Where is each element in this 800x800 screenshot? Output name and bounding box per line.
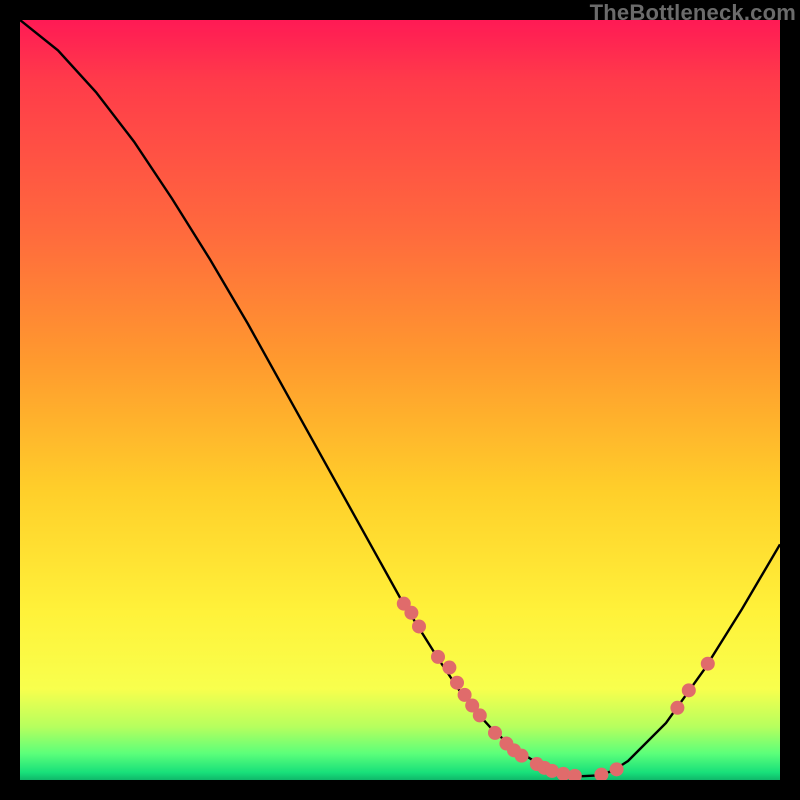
chart-frame: TheBottleneck.com <box>0 0 800 800</box>
data-point <box>701 657 715 671</box>
data-point <box>412 619 426 633</box>
data-point <box>442 661 456 675</box>
bottleneck-curve <box>20 20 780 776</box>
data-point <box>473 708 487 722</box>
data-point <box>682 683 696 697</box>
data-point <box>594 768 608 780</box>
plot-area <box>20 20 780 780</box>
chart-overlay <box>20 20 780 780</box>
data-point <box>568 769 582 780</box>
data-point <box>488 726 502 740</box>
data-point <box>431 650 445 664</box>
data-point <box>515 749 529 763</box>
data-point <box>450 676 464 690</box>
data-point <box>610 762 624 776</box>
data-point <box>404 606 418 620</box>
data-markers <box>397 597 715 780</box>
data-point <box>670 701 684 715</box>
